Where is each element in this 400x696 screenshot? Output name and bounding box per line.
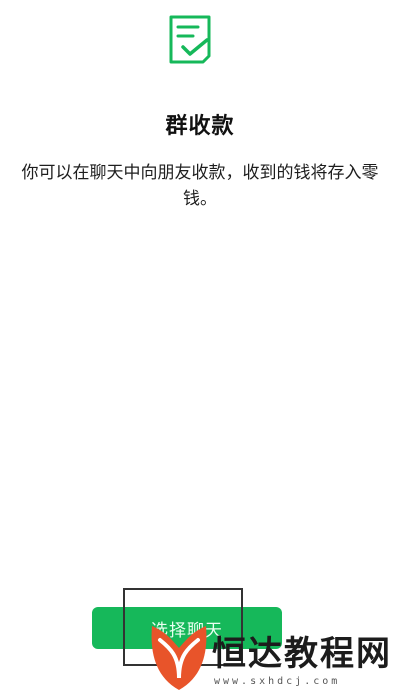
group-payment-screen: 群收款 你可以在聊天中向朋友收款，收到的钱将存入零钱。 选择聊天 恒达教程网 w… bbox=[0, 0, 400, 696]
receipt-check-icon bbox=[169, 15, 211, 64]
page-description: 你可以在聊天中向朋友收款，收到的钱将存入零钱。 bbox=[21, 163, 379, 209]
page-title: 群收款 bbox=[165, 114, 235, 139]
select-chat-button[interactable]: 选择聊天 bbox=[92, 607, 282, 649]
watermark-url: www.sxhdcj.com bbox=[214, 676, 341, 687]
